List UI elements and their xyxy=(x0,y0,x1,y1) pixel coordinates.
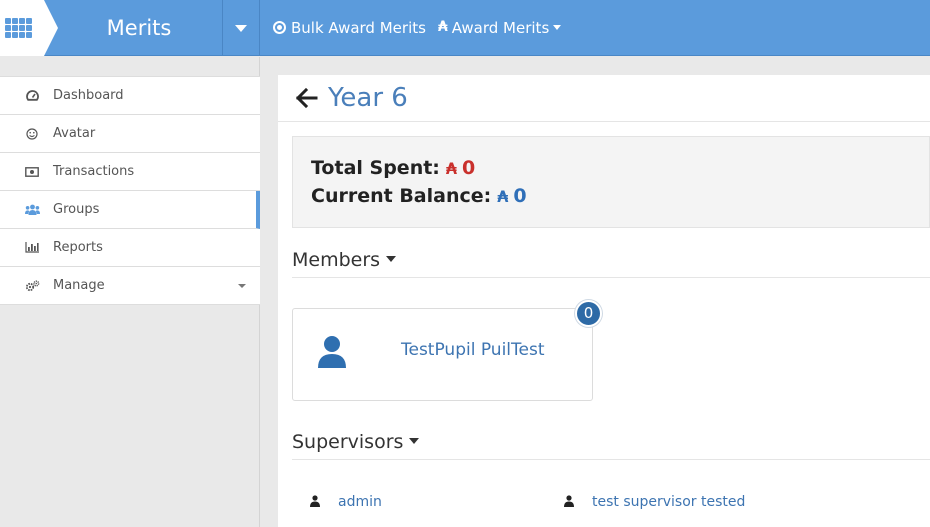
bulk-award-label: Bulk Award Merits xyxy=(291,19,426,37)
merit-currency-icon: ₳ xyxy=(445,159,457,178)
members-heading: Members xyxy=(292,249,381,271)
page-title: Year 6 xyxy=(328,83,408,113)
supervisor-name: test supervisor tested xyxy=(592,494,746,510)
top-navbar: Merits Bulk Award Merits ₳ Award Merits xyxy=(0,0,930,56)
sidebar-item-label: Groups xyxy=(53,202,100,217)
sidebar-item-label: Dashboard xyxy=(53,88,124,103)
total-spent-label: Total Spent: xyxy=(311,157,440,179)
bulk-award-link[interactable]: Bulk Award Merits xyxy=(273,0,426,56)
bullseye-icon xyxy=(273,20,286,34)
app-title: Merits xyxy=(106,16,172,40)
sidebar-item-reports[interactable]: Reports xyxy=(0,229,260,267)
supervisors-section-toggle[interactable]: Supervisors xyxy=(292,430,930,460)
app-menu-button[interactable] xyxy=(0,0,58,56)
caret-down-icon xyxy=(409,438,420,444)
sidebar-item-label: Manage xyxy=(53,278,105,293)
current-balance-label: Current Balance: xyxy=(311,185,492,207)
supervisor-name: admin xyxy=(338,494,382,510)
sidebar-item-dashboard[interactable]: Dashboard xyxy=(0,77,260,115)
sidebar-item-label: Avatar xyxy=(53,126,96,141)
supervisor-item[interactable]: test supervisor tested xyxy=(564,492,745,512)
user-icon xyxy=(564,494,574,507)
main-content: Year 6 Total Spent: ₳ 0 Current Balance: ₳ 0… xyxy=(278,75,930,527)
sidebar-item-label: Transactions xyxy=(53,164,135,179)
merit-currency-icon: ₳ xyxy=(438,19,448,35)
sidebar-nav: Dashboard Avatar Transactions Groups Rep… xyxy=(0,76,260,305)
gears-icon xyxy=(24,267,40,304)
supervisors-heading: Supervisors xyxy=(292,431,404,453)
page-header: Year 6 xyxy=(278,75,930,122)
award-merits-dropdown[interactable]: ₳ Award Merits xyxy=(438,0,562,56)
member-card[interactable]: TestPupil PuilTest 0 xyxy=(292,300,602,401)
caret-down-icon xyxy=(386,256,397,262)
back-arrow-icon[interactable] xyxy=(296,87,318,109)
member-merit-badge: 0 xyxy=(575,300,602,327)
users-icon xyxy=(24,191,40,228)
current-balance-line: Current Balance: ₳ 0 xyxy=(311,185,527,207)
caret-down-icon xyxy=(553,25,562,30)
grid-icon xyxy=(5,18,32,39)
sidebar-item-transactions[interactable]: Transactions xyxy=(0,153,260,191)
member-name[interactable]: TestPupil PuilTest xyxy=(401,340,545,360)
balance-summary: Total Spent: ₳ 0 Current Balance: ₳ 0 xyxy=(292,136,930,228)
total-spent-line: Total Spent: ₳ 0 xyxy=(311,157,475,179)
dashboard-icon xyxy=(24,77,40,114)
members-section-toggle[interactable]: Members xyxy=(292,248,930,278)
money-icon xyxy=(24,153,40,190)
total-spent-value: 0 xyxy=(462,157,476,179)
current-balance-value: 0 xyxy=(513,185,527,207)
bar-chart-icon xyxy=(24,229,40,266)
supervisor-item[interactable]: admin xyxy=(310,492,382,512)
navbar-divider xyxy=(259,0,260,56)
sidebar-item-groups[interactable]: Groups xyxy=(0,191,260,229)
sidebar-item-avatar[interactable]: Avatar xyxy=(0,115,260,153)
sidebar-item-label: Reports xyxy=(53,240,103,255)
user-icon xyxy=(310,494,320,507)
award-merits-label: Award Merits xyxy=(451,19,550,37)
sidebar-item-manage[interactable]: Manage xyxy=(0,267,260,305)
merit-currency-icon: ₳ xyxy=(497,187,508,206)
caret-down-icon xyxy=(238,284,246,288)
smile-icon xyxy=(24,115,40,152)
sidebar: Dashboard Avatar Transactions Groups Rep… xyxy=(0,57,260,527)
app-dropdown-toggle[interactable] xyxy=(223,0,259,56)
user-icon xyxy=(318,336,346,368)
